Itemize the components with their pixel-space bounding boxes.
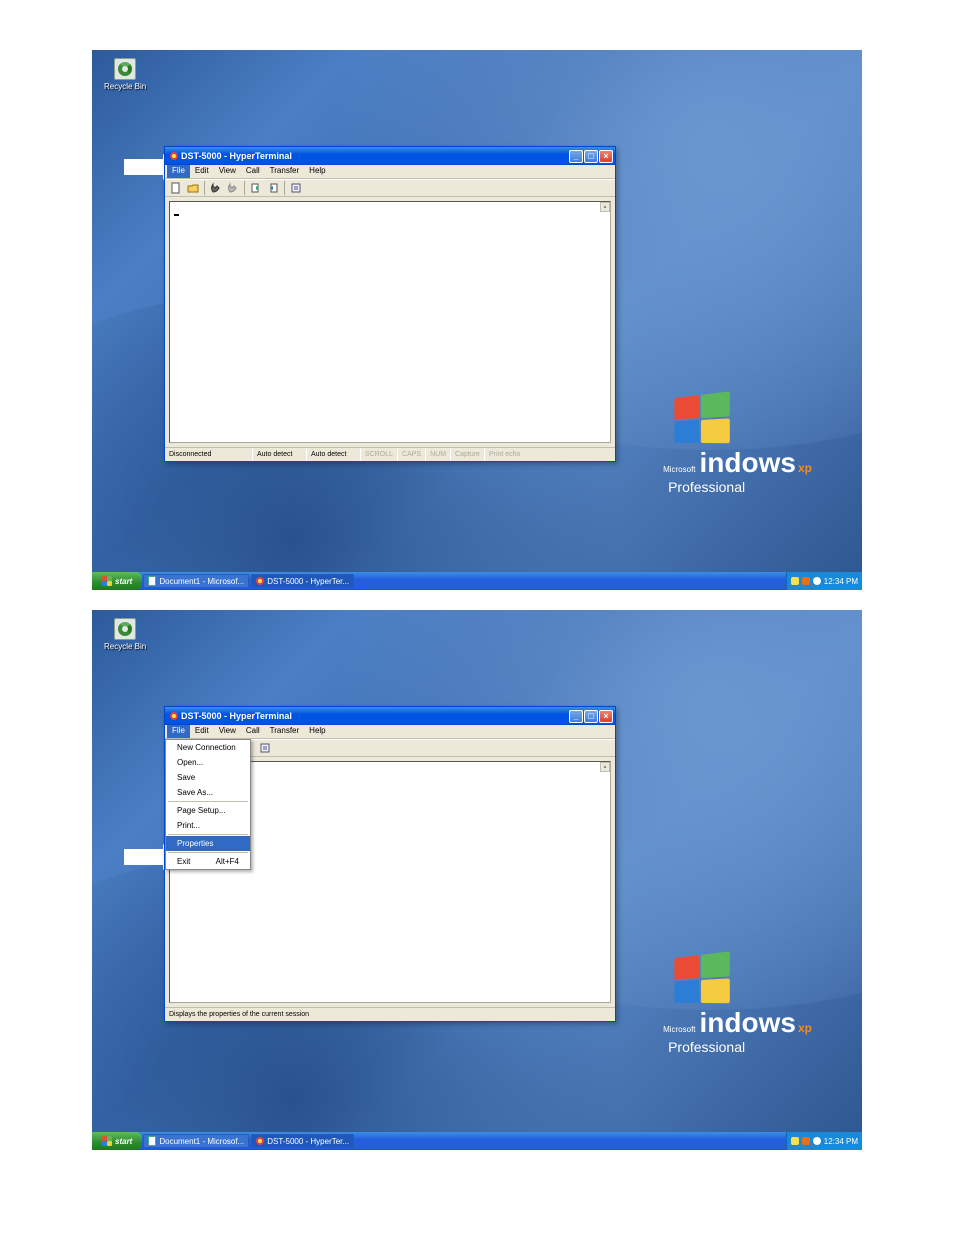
menu-help[interactable]: Help [304, 725, 330, 738]
hyperterminal-icon [256, 1137, 264, 1145]
mi-new-connection[interactable]: New Connection [166, 740, 250, 755]
titlebar[interactable]: DST-5000 - HyperTerminal _ □ × [165, 707, 615, 725]
menu-transfer[interactable]: Transfer [265, 725, 305, 738]
tray-icon[interactable] [802, 1137, 810, 1145]
terminal-area[interactable]: ▴ [169, 201, 611, 443]
recycle-bin[interactable]: Recycle Bin [104, 58, 146, 91]
mi-print[interactable]: Print... [166, 818, 250, 833]
windows-logo: Microsoft indows xp Professional [663, 395, 812, 495]
menubar: File Edit View Call Transfer Help [165, 165, 615, 179]
minimize-button[interactable]: _ [569, 710, 583, 723]
menu-edit[interactable]: Edit [190, 725, 214, 738]
menu-help[interactable]: Help [304, 165, 330, 178]
start-button[interactable]: start [92, 572, 142, 590]
app-icon [170, 152, 178, 160]
status-help: Displays the properties of the current s… [165, 1008, 615, 1021]
send-icon[interactable] [249, 181, 263, 195]
tray-icon[interactable] [813, 577, 821, 585]
menu-call[interactable]: Call [241, 725, 265, 738]
recycle-bin[interactable]: Recycle Bin [104, 618, 146, 651]
status-scroll: SCROLL [361, 448, 398, 461]
mi-save[interactable]: Save [166, 770, 250, 785]
start-button[interactable]: start [92, 1132, 142, 1150]
status-caps: CAPS [398, 448, 426, 461]
menu-call[interactable]: Call [241, 165, 265, 178]
recycle-label: Recycle Bin [104, 642, 146, 651]
task-document[interactable]: Document1 - Microsof... [143, 1134, 249, 1148]
call-icon[interactable] [209, 181, 223, 195]
task-document[interactable]: Document1 - Microsof... [143, 574, 249, 588]
statusbar: Displays the properties of the current s… [165, 1007, 615, 1021]
menu-view[interactable]: View [214, 725, 241, 738]
taskbar: start Document1 - Microsof... DST-5000 -… [92, 1132, 862, 1150]
desktop-2: Recycle Bin Microsoft indows xp Professi… [92, 610, 862, 1150]
close-button[interactable]: × [599, 150, 613, 163]
app-icon [170, 712, 178, 720]
clock[interactable]: 12:34 PM [824, 577, 858, 586]
toolbar [165, 179, 615, 197]
start-flag-icon [102, 576, 112, 586]
disconnect-icon[interactable] [226, 181, 240, 195]
recycle-icon [114, 618, 136, 640]
properties-icon[interactable] [289, 181, 303, 195]
menu-file[interactable]: File [167, 725, 190, 738]
minimize-button[interactable]: _ [569, 150, 583, 163]
new-icon[interactable] [169, 181, 183, 195]
pointer-arrow [124, 159, 166, 175]
close-button[interactable]: × [599, 710, 613, 723]
window-title: DST-5000 - HyperTerminal [181, 711, 292, 721]
start-flag-icon [102, 1136, 112, 1146]
statusbar: Disconnected Auto detect Auto detect SCR… [165, 447, 615, 461]
scroll-up-icon[interactable]: ▴ [600, 202, 610, 212]
file-dropdown: New Connection Open... Save Save As... P… [165, 739, 251, 870]
maximize-button[interactable]: □ [584, 150, 598, 163]
mi-properties[interactable]: Properties [166, 836, 250, 851]
scroll-up-icon[interactable]: ▴ [600, 762, 610, 772]
mi-save-as[interactable]: Save As... [166, 785, 250, 800]
desktop-1: Recycle Bin Microsoft indows xp Professi… [92, 50, 862, 590]
maximize-button[interactable]: □ [584, 710, 598, 723]
recycle-label: Recycle Bin [104, 82, 146, 91]
tray-icon[interactable] [791, 1137, 799, 1145]
window-title: DST-5000 - HyperTerminal [181, 151, 292, 161]
system-tray[interactable]: 12:34 PM [786, 572, 862, 590]
system-tray[interactable]: 12:34 PM [786, 1132, 862, 1150]
taskbar: start Document1 - Microsof... DST-5000 -… [92, 572, 862, 590]
menu-transfer[interactable]: Transfer [265, 165, 305, 178]
word-icon [148, 576, 156, 586]
menu-file[interactable]: File [167, 165, 190, 178]
status-echo: Print echo [485, 448, 615, 461]
status-conn: Disconnected [165, 448, 253, 461]
status-detect2: Auto detect [307, 448, 361, 461]
pointer-arrow [124, 849, 166, 865]
mi-exit[interactable]: Exit Alt+F4 [166, 854, 250, 869]
tray-icon[interactable] [813, 1137, 821, 1145]
mi-page-setup[interactable]: Page Setup... [166, 803, 250, 818]
properties-icon[interactable] [258, 741, 272, 755]
task-hyperterminal[interactable]: DST-5000 - HyperTer... [251, 1134, 354, 1148]
task-hyperterminal[interactable]: DST-5000 - HyperTer... [251, 574, 354, 588]
recycle-icon [114, 58, 136, 80]
word-icon [148, 1136, 156, 1146]
hyperterminal-window: DST-5000 - HyperTerminal _ □ × File Edit… [164, 146, 616, 462]
status-detect1: Auto detect [253, 448, 307, 461]
titlebar[interactable]: DST-5000 - HyperTerminal _ □ × [165, 147, 615, 165]
menu-edit[interactable]: Edit [190, 165, 214, 178]
windows-logo: Microsoft indows xp Professional [663, 955, 812, 1055]
status-num: NUM [426, 448, 451, 461]
mi-open[interactable]: Open... [166, 755, 250, 770]
receive-icon[interactable] [266, 181, 280, 195]
tray-icon[interactable] [791, 577, 799, 585]
menubar: File Edit View Call Transfer Help New Co… [165, 725, 615, 739]
hyperterminal-window: DST-5000 - HyperTerminal _ □ × File Edit… [164, 706, 616, 1022]
status-capture: Capture [451, 448, 485, 461]
clock[interactable]: 12:34 PM [824, 1137, 858, 1146]
menu-view[interactable]: View [214, 165, 241, 178]
open-icon[interactable] [186, 181, 200, 195]
tray-icon[interactable] [802, 577, 810, 585]
hyperterminal-icon [256, 577, 264, 585]
